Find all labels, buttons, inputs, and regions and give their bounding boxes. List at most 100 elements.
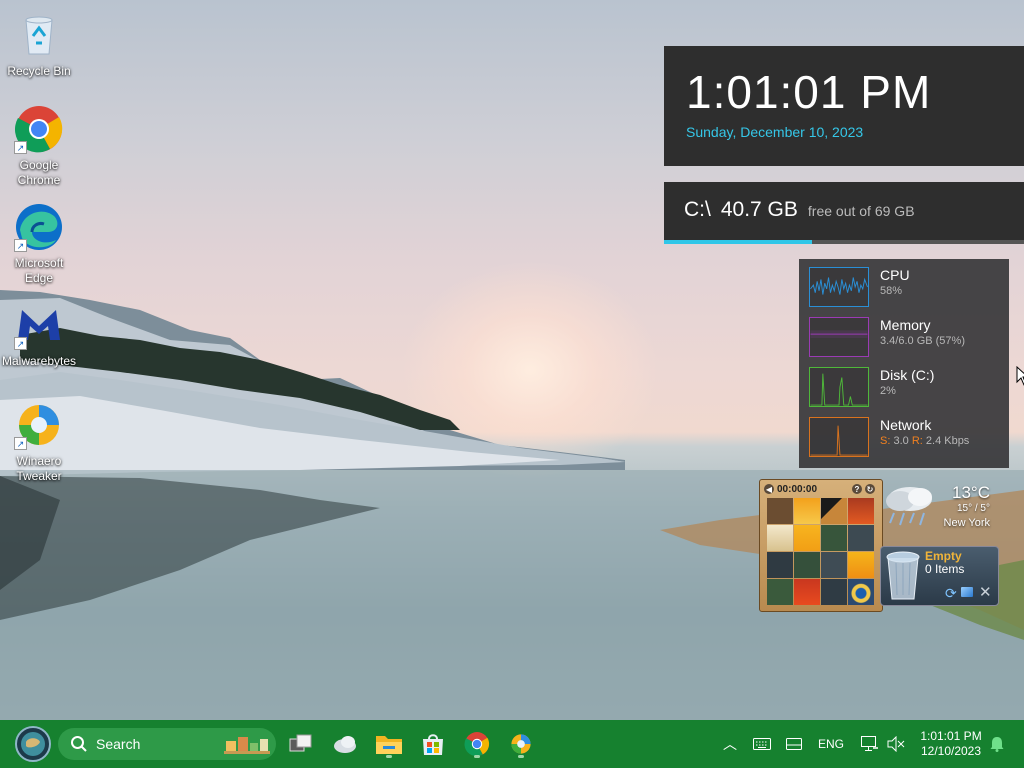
pen-menu-button[interactable] xyxy=(782,732,806,756)
cpu-label: CPU xyxy=(880,267,910,283)
puzzle-tile[interactable] xyxy=(848,552,874,578)
puzzle-tile[interactable] xyxy=(821,498,847,524)
disk-value: 2% xyxy=(880,385,896,397)
search-icon xyxy=(71,736,87,752)
malwarebytes-icon: ↗ xyxy=(14,300,64,350)
puzzle-toolbar: ◀ 00:00:00 ? ↻ xyxy=(762,482,880,496)
winaero-tweaker-icon xyxy=(511,734,531,754)
network-status-button[interactable] xyxy=(858,732,882,756)
store-icon xyxy=(423,734,443,755)
puzzle-tile[interactable] xyxy=(794,498,820,524)
search-highlight-icon xyxy=(224,737,270,754)
network-label: Network xyxy=(880,417,932,433)
puzzle-tile[interactable] xyxy=(794,579,820,605)
weather-gadget[interactable]: 13°C 15° / 5° New York xyxy=(880,477,1000,537)
clock-date: Sunday, December 10, 2023 xyxy=(686,124,864,140)
notification-center-button[interactable] xyxy=(986,732,1008,756)
search-label: Search xyxy=(96,736,141,752)
desktop-icon-label: Winaero Tweaker xyxy=(16,454,62,483)
task-view-button[interactable] xyxy=(286,730,316,758)
tablet-icon xyxy=(786,738,802,750)
winaero-tweaker-taskbar-button[interactable] xyxy=(505,728,537,760)
rain-cloud-icon xyxy=(886,487,932,526)
file-explorer-button[interactable] xyxy=(373,728,405,760)
desktop-icon-google-chrome[interactable]: ↗ Google Chrome xyxy=(0,104,78,188)
running-indicator xyxy=(474,755,480,758)
picture-puzzle-gadget[interactable]: ◀ 00:00:00 ? ↻ xyxy=(759,479,883,612)
chrome-taskbar-button[interactable] xyxy=(461,728,493,760)
start-orb-icon xyxy=(15,726,51,762)
perf-row-network: Network S: 3.0 R: 2.4 Kbps xyxy=(809,417,999,467)
bell-icon xyxy=(990,737,1004,752)
puzzle-help-icon[interactable]: ? xyxy=(852,484,862,494)
mouse-cursor-icon xyxy=(1016,366,1024,386)
disk-usage-bar xyxy=(664,240,1024,244)
chrome-icon xyxy=(464,732,490,757)
network-graph xyxy=(809,417,869,457)
desktop-icon-microsoft-edge[interactable]: ↗ Microsoft Edge xyxy=(0,202,78,286)
refresh-icon[interactable]: ⟳ xyxy=(945,585,957,602)
desktop-icon-label: Recycle Bin xyxy=(7,64,71,78)
chevron-up-icon: ︿ xyxy=(723,736,737,752)
taskbar-clock[interactable]: 1:01:01 PM 12/10/2023 xyxy=(914,729,988,759)
chrome-icon: ↗ xyxy=(14,104,64,154)
puzzle-grid xyxy=(767,498,880,605)
puzzle-back-icon[interactable]: ◀ xyxy=(764,484,774,494)
puzzle-tile[interactable] xyxy=(821,579,847,605)
puzzle-tile[interactable] xyxy=(821,525,847,551)
volume-button[interactable] xyxy=(884,732,908,756)
microsoft-store-button[interactable] xyxy=(417,728,449,760)
start-button[interactable] xyxy=(14,725,52,763)
puzzle-tile[interactable] xyxy=(821,552,847,578)
search-box[interactable]: Search xyxy=(58,728,276,760)
puzzle-tile[interactable] xyxy=(767,552,793,578)
network-monitor-icon xyxy=(861,736,878,751)
keyboard-icon xyxy=(753,738,771,750)
performance-monitor-widget[interactable]: CPU 58% Memory 3.4/6.0 GB (57%) Disk (C:… xyxy=(799,259,1009,468)
puzzle-tile[interactable] xyxy=(767,525,793,551)
cpu-graph xyxy=(809,267,869,307)
cloud-icon xyxy=(334,736,356,753)
empty-bin-icon[interactable]: ✕ xyxy=(979,583,992,601)
puzzle-tile[interactable] xyxy=(794,552,820,578)
weather-city: New York xyxy=(943,517,990,529)
widgets-weather-button[interactable] xyxy=(330,730,360,758)
puzzle-tile[interactable] xyxy=(794,525,820,551)
memory-value: 3.4/6.0 GB (57%) xyxy=(880,335,965,347)
puzzle-tile[interactable] xyxy=(848,579,874,605)
desktop-icon-winaero-tweaker[interactable]: ↗ Winaero Tweaker xyxy=(0,400,78,484)
disk-free-space: 40.7 GB xyxy=(720,198,798,221)
desktop-icon-label: Google Chrome xyxy=(17,158,61,187)
cpu-value: 58% xyxy=(880,285,903,297)
puzzle-tile[interactable] xyxy=(848,525,874,551)
desktop-icon-label: Microsoft Edge xyxy=(14,256,64,285)
taskbar-date: 12/10/2023 xyxy=(920,744,982,758)
desktop-icon-malwarebytes[interactable]: ↗ Malwarebytes xyxy=(0,300,78,369)
recycle-bin-gadget[interactable]: Empty 0 Items ⟳ ✕ xyxy=(880,546,999,606)
puzzle-tile[interactable] xyxy=(848,498,874,524)
desktop-icon-recycle-bin[interactable]: Recycle Bin xyxy=(0,10,78,79)
weather-temperature: 13°C xyxy=(952,483,990,502)
shortcut-arrow-icon: ↗ xyxy=(14,437,27,450)
puzzle-tile[interactable] xyxy=(767,579,793,605)
clock-widget[interactable]: 1:01:01 PM Sunday, December 10, 2023 xyxy=(664,46,1024,166)
disk-usage-bar-fill xyxy=(664,240,812,244)
network-value: S: 3.0 R: 2.4 Kbps xyxy=(880,435,970,447)
shortcut-arrow-icon: ↗ xyxy=(14,337,27,350)
puzzle-shuffle-icon[interactable]: ↻ xyxy=(865,484,875,494)
taskbar: Search ︿ ENG 1:01:01 PM 12/10/2023 xyxy=(0,720,1024,768)
windows-icon[interactable] xyxy=(961,587,973,597)
folder-icon xyxy=(376,736,402,754)
task-view-icon xyxy=(289,734,312,752)
recycle-status: Empty xyxy=(925,549,962,563)
perf-row-cpu: CPU 58% xyxy=(809,267,999,317)
running-indicator xyxy=(518,755,524,758)
input-language-indicator[interactable]: ENG xyxy=(818,737,844,751)
touch-keyboard-button[interactable] xyxy=(750,732,774,756)
puzzle-tile[interactable] xyxy=(767,498,793,524)
shortcut-arrow-icon: ↗ xyxy=(14,141,27,154)
disk-space-widget[interactable]: C:\ 40.7 GB free out of 69 GB xyxy=(664,182,1024,244)
show-hidden-icons-button[interactable]: ︿ xyxy=(718,732,742,756)
memory-label: Memory xyxy=(880,317,931,333)
disk-label: Disk (C:) xyxy=(880,367,935,383)
